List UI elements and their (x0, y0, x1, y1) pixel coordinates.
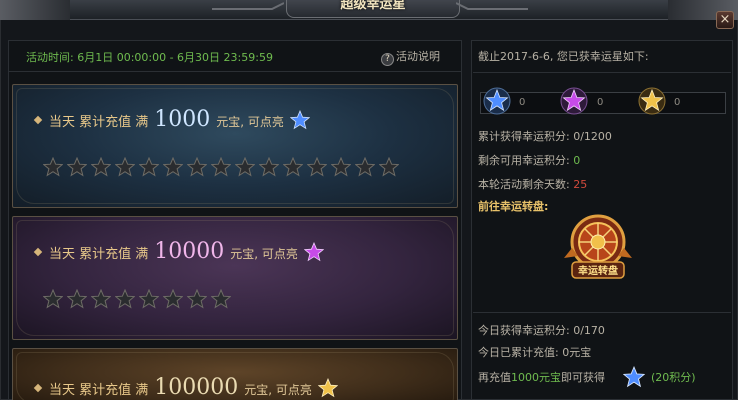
unlit-star-slot-icon (91, 157, 111, 177)
tier-amount: 10000 (154, 239, 225, 264)
unlit-star-slot-icon (43, 157, 63, 177)
wheel-caption: 幸运转盘 (578, 264, 618, 277)
unlit-star-slot-icon (307, 157, 327, 177)
tier-amount: 1000 (154, 107, 211, 132)
unlit-star-slot-icon (115, 157, 135, 177)
divider (473, 72, 731, 73)
remaining-points-value: 0 (573, 154, 581, 167)
unlit-star-slot-icon (187, 157, 207, 177)
tier-card-10000: 当天 累计充值 满 10000 元宝, 可点亮 (12, 216, 458, 340)
reward-blue-star-icon (623, 366, 645, 388)
activity-time: 活动时间: 6月1日 00:00:00 - 6月30日 23:59:59 (26, 51, 273, 64)
owned-purple-star-icon (560, 87, 588, 115)
unlit-star-slot-icon (163, 157, 183, 177)
remaining-points-row: 剩余可用幸运积分: 0 (478, 152, 580, 168)
unlit-star-slot-icon (283, 157, 303, 177)
tier-prefix: 当天 累计充值 满 (49, 247, 149, 262)
today-points-label: 今日获得幸运积分: (478, 324, 570, 337)
bullet-icon (33, 247, 43, 256)
blue-star-icon (289, 109, 310, 129)
tier-card-100000: 当天 累计充值 满 100000 元宝, 可点亮 (12, 348, 458, 400)
title-corner-left (0, 0, 70, 20)
activity-help-link[interactable]: ? 活动说明 (381, 48, 440, 66)
gold-star-icon (317, 377, 338, 397)
unlit-star-slot-icon (115, 289, 135, 309)
divider (473, 312, 731, 313)
today-recharge-label: 今日已累计充值: (478, 346, 559, 359)
next-mid: 即可获得 (561, 371, 605, 384)
days-left-value: 25 (573, 178, 588, 191)
bullet-icon (33, 383, 43, 392)
unlit-star-slot-icon (355, 157, 375, 177)
tier-condition: 当天 累计充值 满 100000 元宝, 可点亮 (33, 375, 338, 400)
unlit-star-slot-icon (187, 289, 207, 309)
owned-blue-star-icon (483, 87, 511, 115)
unlit-star-slot-icon (163, 289, 183, 309)
owned-blue-count: 0 (519, 97, 526, 108)
tier-condition: 当天 累计充值 满 1000 元宝, 可点亮 (33, 107, 310, 132)
tier-card-1000: 当天 累计充值 满 1000 元宝, 可点亮 (12, 84, 458, 208)
lucky-wheel-link[interactable]: 前往幸运转盘: (478, 198, 548, 214)
tier-condition: 当天 累计充值 满 10000 元宝, 可点亮 (33, 239, 324, 264)
total-points-value: 0/1200 (573, 130, 612, 143)
activity-bar: 活动时间: 6月1日 00:00:00 - 6月30日 23:59:59 ? 活动… (8, 40, 462, 72)
star-slots (43, 289, 231, 309)
owned-purple-count: 0 (597, 97, 604, 108)
bullet-icon (33, 115, 43, 124)
today-recharge-row: 今日已累计充值: 0元宝 (478, 344, 591, 360)
tier-suffix: 元宝, 可点亮 (230, 247, 298, 261)
purple-star-icon (303, 241, 324, 261)
title-ornament-right (456, 2, 528, 10)
window-title: 超级幸运星 (286, 0, 460, 18)
tier-amount: 100000 (154, 375, 239, 400)
title-bar: 超级幸运星 (0, 0, 738, 20)
total-points-row: 累计获得幸运积分: 0/1200 (478, 128, 612, 144)
owned-gold-star-icon (638, 87, 666, 115)
tier-suffix: 元宝, 可点亮 (244, 383, 312, 397)
unlit-star-slot-icon (235, 157, 255, 177)
unlit-star-slot-icon (211, 289, 231, 309)
card-inner-frame (16, 220, 454, 336)
unlit-star-slot-icon (67, 289, 87, 309)
card-inner-frame (16, 88, 454, 204)
today-points-value: 0/170 (573, 324, 605, 337)
close-button[interactable]: × (716, 11, 734, 29)
remaining-points-label: 剩余可用幸运积分: (478, 154, 570, 167)
unlit-star-slot-icon (91, 289, 111, 309)
summary-header: 截止2017-6-6, 您已获幸运星如下: (478, 50, 649, 63)
next-reward-points: (20积分) (651, 371, 696, 384)
next-prefix: 再充值 (478, 371, 511, 384)
activity-help-label: 活动说明 (396, 50, 440, 63)
unlit-star-slot-icon (67, 157, 87, 177)
unlit-star-slot-icon (211, 157, 231, 177)
today-recharge-value: 0元宝 (562, 346, 592, 359)
today-points-row: 今日获得幸运积分: 0/170 (478, 322, 605, 338)
lucky-wheel-button[interactable]: 幸运转盘 (558, 212, 638, 286)
unlit-star-slot-icon (43, 289, 63, 309)
days-left-label: 本轮活动剩余天数: (478, 178, 570, 191)
help-icon: ? (381, 53, 394, 66)
title-ornament-left (212, 2, 284, 10)
unlit-star-slot-icon (139, 289, 159, 309)
unlit-star-slot-icon (259, 157, 279, 177)
total-points-label: 累计获得幸运积分: (478, 130, 570, 143)
tier-prefix: 当天 累计充值 满 (49, 383, 149, 398)
owned-gold-count: 0 (674, 97, 681, 108)
days-left-row: 本轮活动剩余天数: 25 (478, 176, 587, 192)
next-amount: 1000元宝 (511, 371, 561, 384)
tier-suffix: 元宝, 可点亮 (216, 115, 284, 129)
star-slots (43, 157, 399, 177)
unlit-star-slot-icon (139, 157, 159, 177)
next-reward-row: 再充值 1000元宝 即可获得 (20积分) (478, 366, 696, 388)
unlit-star-slot-icon (379, 157, 399, 177)
tier-prefix: 当天 累计充值 满 (49, 115, 149, 130)
unlit-star-slot-icon (331, 157, 351, 177)
